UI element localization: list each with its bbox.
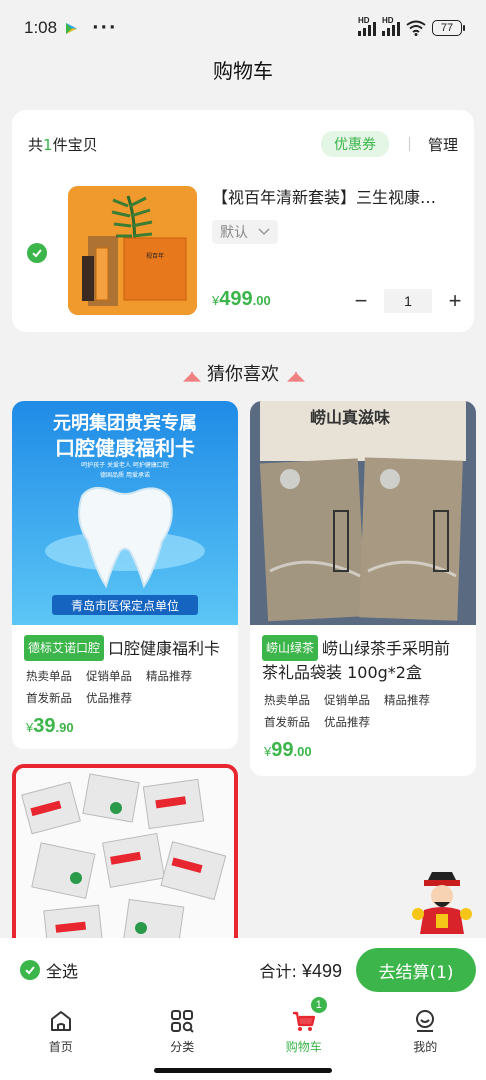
- coupon-button[interactable]: 优惠券: [320, 131, 389, 157]
- recommend-title: 德标艾诺口腔 口腔健康福利卡: [24, 635, 228, 661]
- recommend-card-3[interactable]: [12, 764, 238, 964]
- battery-icon: 77: [432, 20, 465, 36]
- tab-home[interactable]: 首页: [0, 1002, 122, 1062]
- product-image: 视百年: [68, 186, 197, 315]
- tab-label: 分类: [170, 1040, 195, 1054]
- item-checkbox[interactable]: [27, 243, 47, 263]
- chevron-down-icon: [258, 228, 270, 236]
- signal-icon-2: HD: [382, 16, 400, 36]
- recommend-labels: 热卖单品 促销单品 精品推荐 首发新品 优品推荐: [26, 669, 192, 705]
- recommend-price: ¥99.00: [264, 739, 312, 761]
- banner-sub: 呵护孩子 关爱老人 呵护健康口腔: [81, 461, 169, 469]
- cart-card: 共1件宝贝 优惠券 管理 视百年 【视百年清新套装】三生视康… 默认 ¥499.…: [12, 110, 474, 332]
- brand-tag: 德标艾诺口腔: [24, 635, 105, 661]
- total-amount: 合计: ¥499: [259, 961, 342, 981]
- signal-icon-1: HD: [358, 16, 376, 36]
- home-indicator[interactable]: [154, 1068, 332, 1073]
- tab-profile[interactable]: 我的: [365, 1002, 486, 1062]
- section-title: ◢◣ 猜你喜欢 ◢◣: [183, 364, 305, 385]
- cart-badge: 1: [309, 996, 328, 1014]
- banner-line-1: 元明集团贵宾专属: [53, 412, 197, 434]
- tab-category[interactable]: 分类: [122, 1002, 244, 1062]
- profile-icon: [416, 1010, 435, 1032]
- tab-label: 首页: [48, 1040, 73, 1054]
- banner-text: 崂山真滋味: [310, 408, 390, 427]
- checkout-button[interactable]: 去结算(1): [356, 948, 476, 992]
- status-bar: 1:08 ··· HD HD 77: [0, 0, 486, 56]
- product-image: 元明集团贵宾专属 口腔健康福利卡 呵护孩子 关爱老人 呵护健康口腔 德国品质 用…: [12, 401, 238, 625]
- decor-left-icon: ◢◣: [183, 369, 201, 384]
- page-title: 购物车: [213, 59, 273, 83]
- quantity-stepper: − 1 +: [350, 288, 466, 314]
- fortune-god-mascot-icon[interactable]: [410, 870, 474, 936]
- tab-label: 我的: [413, 1040, 438, 1054]
- item-count: 共1件宝贝: [28, 135, 98, 154]
- variant-selector[interactable]: 默认: [212, 220, 278, 244]
- divider: [408, 137, 410, 151]
- category-icon: [171, 1010, 194, 1033]
- banner-footer: 青岛市医保定点单位: [71, 598, 179, 613]
- increase-quantity-button[interactable]: +: [444, 288, 466, 314]
- check-icon: [25, 966, 35, 975]
- product-thumbnail[interactable]: 视百年: [68, 186, 197, 315]
- manage-button[interactable]: 管理: [428, 134, 458, 155]
- battery-level: 77: [440, 22, 454, 34]
- banner-sub-2: 德国品质 用爱承诺: [100, 471, 150, 479]
- status-time: 1:08: [24, 18, 58, 37]
- tab-cart[interactable]: 1 购物车: [243, 996, 365, 1062]
- svg-text:视百年: 视百年: [146, 252, 164, 260]
- recommend-title: 崂山绿茶 崂山绿茶手采明前茶礼品袋装 100g*2盒: [262, 635, 466, 685]
- tab-label: 购物车: [285, 1040, 322, 1054]
- wifi-icon: [406, 20, 426, 36]
- variant-label: 默认: [220, 225, 248, 241]
- recommend-card-1[interactable]: 元明集团贵宾专属 口腔健康福利卡 呵护孩子 关爱老人 呵护健康口腔 德国品质 用…: [12, 401, 238, 749]
- recommend-labels: 热卖单品 促销单品 精品推荐 首发新品 优品推荐: [264, 693, 430, 729]
- product-price: ¥499.00: [212, 288, 271, 310]
- product-image: [16, 768, 234, 960]
- recommend-price: ¥39.90: [26, 715, 74, 737]
- product-title[interactable]: 【视百年清新套装】三生视康…: [212, 186, 460, 210]
- decor-right-icon: ◢◣: [287, 369, 305, 384]
- bottom-tab-bar: 首页 分类 1 购物车 我的: [0, 996, 486, 1062]
- select-all-label[interactable]: 全选: [46, 958, 78, 982]
- banner-line-2: 口腔健康福利卡: [55, 436, 195, 460]
- more-notifications-icon: ···: [92, 18, 118, 38]
- cart-header: 共1件宝贝 优惠券 管理: [28, 131, 458, 157]
- checkout-bar: 全选 合计: ¥499 去结算(1): [0, 938, 486, 1002]
- quantity-input[interactable]: 1: [384, 289, 432, 313]
- recommend-card-2[interactable]: 崂山真滋味 崂山绿茶 崂山绿茶手采明前茶礼品袋装 100g*2盒 热卖单品 促销单品…: [250, 401, 476, 776]
- select-all-checkbox[interactable]: [20, 960, 40, 980]
- decrease-quantity-button[interactable]: −: [350, 288, 372, 314]
- brand-tag: 崂山绿茶: [262, 635, 319, 661]
- product-image: 崂山真滋味: [250, 401, 476, 625]
- home-icon: [50, 1011, 71, 1031]
- play-store-icon: [66, 22, 78, 34]
- check-icon: [32, 249, 42, 258]
